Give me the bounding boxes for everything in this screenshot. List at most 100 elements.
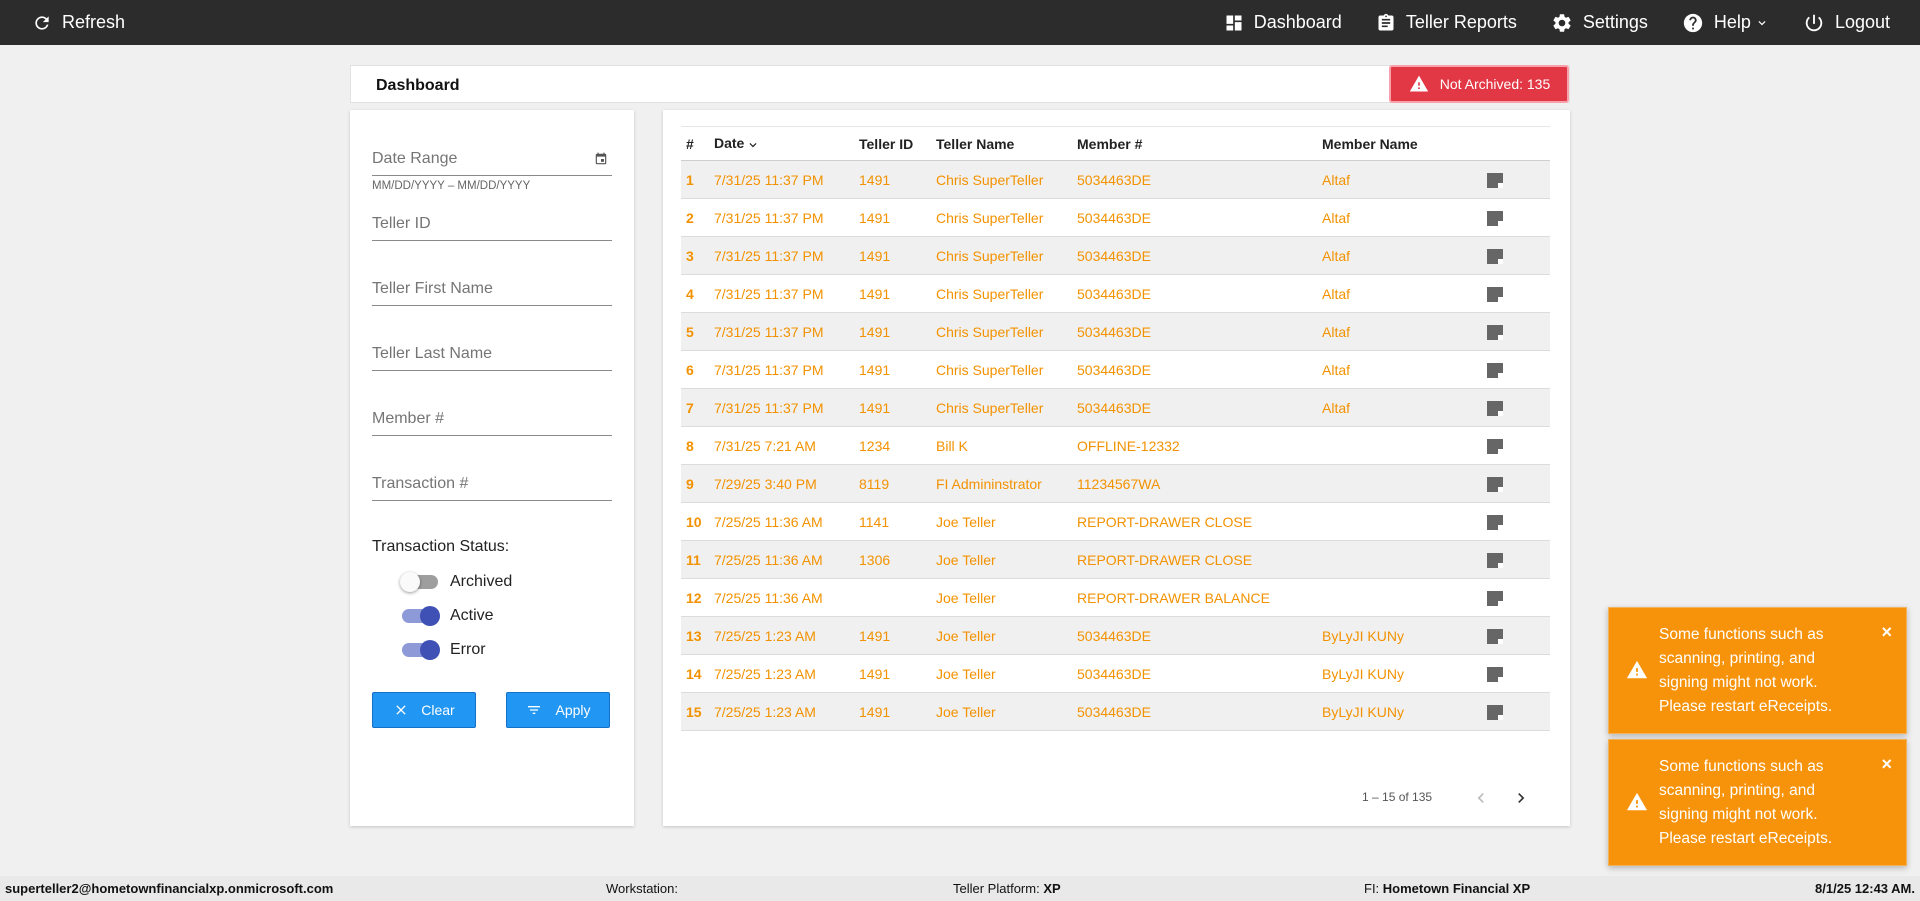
row-teller-id: 1491 xyxy=(854,388,931,427)
table-row[interactable]: 7 7/31/25 11:37 PM 1491 Chris SuperTeller 50… xyxy=(681,388,1550,427)
apply-button[interactable]: Apply xyxy=(506,692,610,728)
previous-page-icon[interactable] xyxy=(1471,788,1491,808)
member-number-input[interactable] xyxy=(372,404,612,434)
receipt-note-icon[interactable] xyxy=(1487,514,1503,530)
clear-button[interactable]: Clear xyxy=(372,692,476,728)
toast-message: Some functions such as scanning, printin… xyxy=(1659,758,1833,847)
row-actions xyxy=(1482,540,1550,579)
row-date: 7/31/25 11:37 PM xyxy=(709,198,854,237)
table-row[interactable]: 11 7/25/25 11:36 AM 1306 Joe Teller REPORT-D… xyxy=(681,540,1550,579)
receipt-note-icon[interactable] xyxy=(1487,704,1503,720)
nav-dashboard[interactable]: Dashboard xyxy=(1224,12,1342,33)
archived-toggle[interactable] xyxy=(400,572,438,592)
gear-icon xyxy=(1553,13,1571,32)
refresh-button[interactable]: Refresh xyxy=(32,0,125,45)
col-header-member-name[interactable]: Member Name xyxy=(1317,126,1482,161)
row-member-number: REPORT-DRAWER BALANCE xyxy=(1072,578,1317,617)
nav-settings[interactable]: Settings xyxy=(1551,12,1648,34)
table-row[interactable]: 10 7/25/25 11:36 AM 1141 Joe Teller REPORT-D… xyxy=(681,502,1550,541)
row-member-name xyxy=(1317,540,1482,579)
receipt-note-icon[interactable] xyxy=(1487,248,1503,264)
teller-id-field[interactable] xyxy=(372,209,612,241)
row-actions xyxy=(1482,160,1550,199)
table-row[interactable]: 9 7/29/25 3:40 PM 8119 FI Admininstrator 112… xyxy=(681,464,1550,503)
row-number: 11 xyxy=(681,540,709,579)
member-number-field[interactable] xyxy=(372,404,612,436)
row-member-number: 5034463DE xyxy=(1072,236,1317,275)
table-row[interactable]: 4 7/31/25 11:37 PM 1491 Chris SuperTeller 50… xyxy=(681,274,1550,313)
teller-last-name-field[interactable] xyxy=(372,339,612,371)
nav-teller-reports-label: Teller Reports xyxy=(1405,12,1517,32)
row-member-name: Altaf xyxy=(1317,236,1482,275)
not-archived-badge[interactable]: Not Archived: 135 xyxy=(1389,65,1569,103)
table-row[interactable]: 12 7/25/25 11:36 AM Joe Teller REPORT-DRAWE… xyxy=(681,578,1550,617)
warning-toast: Some functions such as scanning, printin… xyxy=(1608,607,1907,734)
teller-first-name-field[interactable] xyxy=(372,274,612,306)
nav-logout[interactable]: Logout xyxy=(1803,12,1890,34)
row-date: 7/31/25 11:37 PM xyxy=(709,274,854,313)
row-actions xyxy=(1482,236,1550,275)
date-range-field[interactable] xyxy=(372,144,612,176)
status-active-row: Active xyxy=(402,606,494,626)
receipt-note-icon[interactable] xyxy=(1487,666,1503,682)
power-icon xyxy=(1805,14,1823,31)
date-range-input[interactable] xyxy=(372,144,612,174)
table-row[interactable]: 8 7/31/25 7:21 AM 1234 Bill K OFFLINE-12332 xyxy=(681,426,1550,465)
status-datetime: 8/1/25 12:43 AM. xyxy=(1815,881,1915,896)
nav-help[interactable]: Help xyxy=(1682,12,1769,34)
receipt-note-icon[interactable] xyxy=(1487,628,1503,644)
table-row[interactable]: 14 7/25/25 1:23 AM 1491 Joe Teller 5034463DE… xyxy=(681,654,1550,693)
col-header-teller-name[interactable]: Teller Name xyxy=(931,126,1072,161)
receipt-note-icon[interactable] xyxy=(1487,362,1503,378)
receipt-note-icon[interactable] xyxy=(1487,552,1503,568)
nav-teller-reports[interactable]: Teller Reports xyxy=(1376,12,1517,34)
row-member-number: 5034463DE xyxy=(1072,274,1317,313)
calendar-icon[interactable] xyxy=(594,152,608,166)
teller-platform-label: Teller Platform: xyxy=(953,881,1040,896)
teller-last-name-input[interactable] xyxy=(372,339,612,369)
receipt-note-icon[interactable] xyxy=(1487,400,1503,416)
receipt-note-icon[interactable] xyxy=(1487,590,1503,606)
table-row[interactable]: 3 7/31/25 11:37 PM 1491 Chris SuperTeller 50… xyxy=(681,236,1550,275)
filter-icon xyxy=(528,706,541,714)
active-toggle-label: Active xyxy=(450,607,494,624)
receipt-note-icon[interactable] xyxy=(1487,324,1503,340)
transaction-number-field[interactable] xyxy=(372,469,612,501)
table-row[interactable]: 13 7/25/25 1:23 AM 1491 Joe Teller 5034463DE… xyxy=(681,616,1550,655)
active-toggle[interactable] xyxy=(402,606,440,626)
row-member-name: ByLyJI KUNy xyxy=(1317,654,1482,693)
next-page-icon[interactable] xyxy=(1511,788,1531,808)
receipt-note-icon[interactable] xyxy=(1487,172,1503,188)
error-toggle[interactable] xyxy=(402,640,440,660)
transaction-number-input[interactable] xyxy=(372,469,612,499)
receipt-note-icon[interactable] xyxy=(1487,286,1503,302)
row-teller-name: Joe Teller xyxy=(931,540,1072,579)
receipt-note-icon[interactable] xyxy=(1487,210,1503,226)
table-row[interactable]: 6 7/31/25 11:37 PM 1491 Chris SuperTeller 50… xyxy=(681,350,1550,389)
row-date: 7/31/25 11:37 PM xyxy=(709,388,854,427)
row-actions xyxy=(1482,616,1550,655)
row-number: 9 xyxy=(681,464,709,503)
row-member-number: 11234567WA xyxy=(1072,464,1317,503)
teller-id-input[interactable] xyxy=(372,209,612,239)
toast-close-button[interactable]: × xyxy=(1881,623,1892,641)
row-teller-name: Chris SuperTeller xyxy=(931,350,1072,389)
table-row[interactable]: 2 7/31/25 11:37 PM 1491 Chris SuperTeller 50… xyxy=(681,198,1550,237)
table-row[interactable]: 15 7/25/25 1:23 AM 1491 Joe Teller 5034463DE… xyxy=(681,692,1550,731)
receipt-note-icon[interactable] xyxy=(1487,476,1503,492)
table-row[interactable]: 1 7/31/25 11:37 PM 1491 Chris SuperTeller 50… xyxy=(681,160,1550,199)
table-row[interactable]: 5 7/31/25 11:37 PM 1491 Chris SuperTeller 50… xyxy=(681,312,1550,351)
row-number: 4 xyxy=(681,274,709,313)
teller-first-name-input[interactable] xyxy=(372,274,612,304)
transactions-table: # Date Teller ID Teller Name Member # Me… xyxy=(681,126,1550,731)
row-date: 7/31/25 11:37 PM xyxy=(709,312,854,351)
toast-close-button[interactable]: × xyxy=(1881,755,1892,773)
col-header-member-number[interactable]: Member # xyxy=(1072,126,1317,161)
col-header-date[interactable]: Date xyxy=(709,126,854,161)
row-actions xyxy=(1482,312,1550,351)
row-number: 7 xyxy=(681,388,709,427)
row-teller-name: Joe Teller xyxy=(931,654,1072,693)
receipt-note-icon[interactable] xyxy=(1487,438,1503,454)
col-header-teller-id[interactable]: Teller ID xyxy=(854,126,931,161)
col-header-date-label: Date xyxy=(714,135,745,152)
